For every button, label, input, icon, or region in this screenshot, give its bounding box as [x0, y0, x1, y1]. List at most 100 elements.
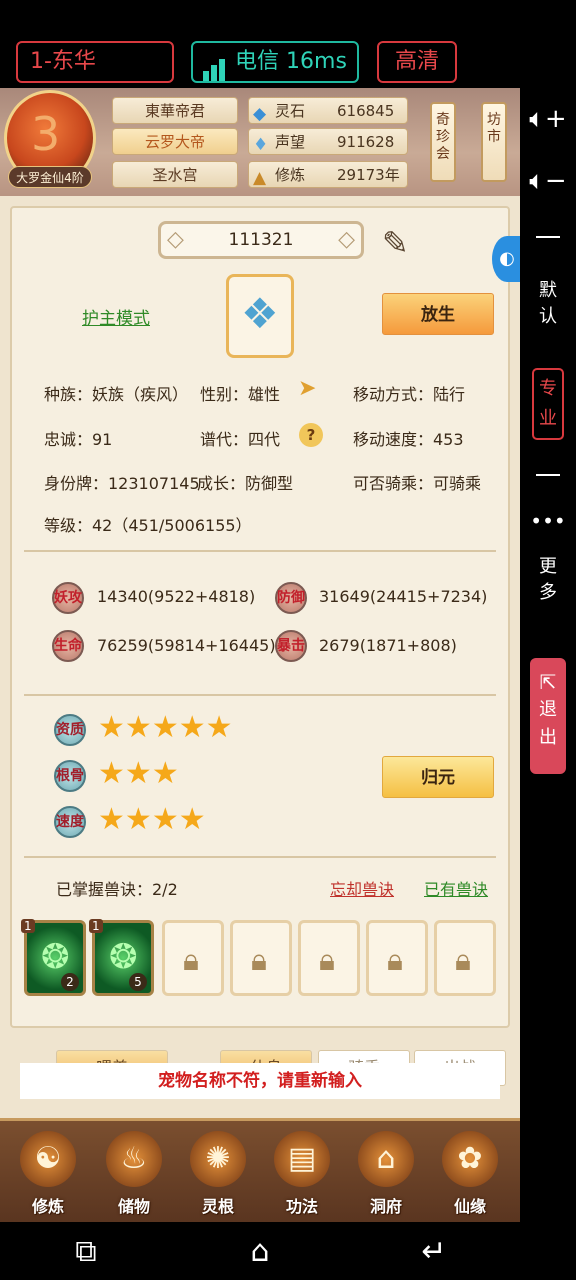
star-icon: ★	[151, 710, 179, 745]
error-toast: 宠物名称不符，请重新输入	[20, 1063, 500, 1099]
rideable-info: 可否骑乘：可骑乘	[353, 474, 482, 493]
skill-slot[interactable]: ❂ 1 5	[89, 919, 154, 996]
signal-bars-icon	[203, 43, 227, 81]
nav-label: 仙缘	[453, 1197, 486, 1216]
quality-medal: 根骨	[54, 760, 86, 792]
cultivation-icon: ▲	[253, 168, 267, 188]
lock-icon: 🔒︎	[387, 943, 403, 978]
side-tab-icon[interactable]: ◐	[492, 236, 520, 282]
back-icon[interactable]: ↵	[414, 1232, 454, 1272]
more-button[interactable]: 更多	[520, 554, 576, 606]
nav-label: 洞府	[369, 1197, 402, 1216]
player-header: 3 大罗金仙4阶 東華帝君 云罗大帝 圣水宫 ◆ 灵石 616845 ♦ 声望 …	[0, 88, 520, 196]
aptitude-stars: ★★★★★	[98, 710, 233, 745]
system-nav-bar: ⧉ ⌂ ↵	[0, 1222, 576, 1280]
edit-scroll-icon[interactable]: ✎	[382, 224, 409, 262]
pro-mode-button[interactable]: 专业	[532, 368, 564, 440]
forget-skill-link[interactable]: 忘却兽诀	[330, 876, 394, 900]
locked-slot[interactable]: 🔒︎	[230, 920, 292, 996]
cultivate-icon: ☯	[20, 1131, 76, 1187]
bottom-nav: ☯ 修炼 ♨ 储物 ✺ 灵根 ▤ 功法 ⌂ 洞府 ✿ 仙缘	[0, 1118, 520, 1222]
lock-icon: 🔒︎	[455, 943, 471, 978]
divider	[24, 550, 496, 552]
skill-count-badge: 5	[129, 973, 147, 991]
lock-icon: 🔒︎	[319, 943, 335, 978]
star-icon: ★	[205, 710, 233, 745]
locked-slot[interactable]: 🔒︎	[366, 920, 428, 996]
nav-label: 储物	[117, 1197, 150, 1216]
nav-spirit-root[interactable]: ✺ 灵根	[176, 1125, 260, 1221]
locked-slot[interactable]: 🔒︎	[298, 920, 360, 996]
recent-apps-icon[interactable]: ⧉	[66, 1232, 106, 1272]
more-dots-icon[interactable]: •••	[520, 508, 576, 534]
cave-house-icon: ⌂	[358, 1131, 414, 1187]
title-plate-3[interactable]: 圣水宫	[112, 161, 238, 188]
stat-spirit-stone: ◆ 灵石 616845	[248, 97, 408, 124]
market-banner[interactable]: 坊市	[481, 102, 507, 182]
home-icon[interactable]: ⌂	[240, 1232, 280, 1272]
nav-storage[interactable]: ♨ 储物	[92, 1125, 176, 1221]
pet-portrait[interactable]: ❖	[226, 274, 294, 358]
server-button[interactable]: 1-东华	[16, 41, 174, 83]
race-info: 种族：妖族（疾风）	[44, 385, 189, 404]
nav-technique[interactable]: ▤ 功法	[260, 1125, 344, 1221]
skill-swirl-icon: ❂	[109, 937, 138, 977]
attr-medal: 妖攻	[52, 582, 84, 614]
quality-button[interactable]: 高清	[377, 41, 457, 83]
stat-label: 声望	[275, 133, 306, 151]
storage-bag-icon: ♨	[106, 1131, 162, 1187]
default-mode-button[interactable]: 默认	[520, 278, 576, 330]
nav-label: 功法	[285, 1197, 318, 1216]
treasure-fair-banner[interactable]: 奇珍会	[430, 102, 456, 182]
volume-up-icon[interactable]: 🔈︎+	[520, 106, 576, 132]
guard-mode-link[interactable]: 护主模式	[82, 304, 150, 329]
locked-slot[interactable]: 🔒︎	[162, 920, 224, 996]
speed-stars: ★★★★	[98, 802, 206, 837]
skill-slot[interactable]: ❂ 1 2	[21, 919, 86, 996]
stat-reputation: ♦ 声望 911628	[248, 128, 408, 155]
stat-value: 29173年	[337, 166, 400, 184]
exit-button[interactable]: ⇱ 退出	[530, 658, 566, 774]
game-area: 3 大罗金仙4阶 東華帝君 云罗大帝 圣水宫 ◆ 灵石 616845 ♦ 声望 …	[0, 88, 520, 1222]
attr-medal: 生命	[52, 630, 84, 662]
star-icon: ★	[98, 710, 125, 745]
help-question-icon[interactable]: ?	[299, 423, 323, 447]
attr-medal: 防御	[275, 582, 307, 614]
guiyuan-button[interactable]: 归元	[382, 756, 494, 798]
skill-level: 1	[21, 919, 35, 933]
nav-immortal-fate[interactable]: ✿ 仙缘	[428, 1125, 512, 1221]
gender-arrow-icon[interactable]: ➤	[298, 376, 316, 401]
volume-down-icon[interactable]: 🔈︎−	[520, 168, 576, 194]
lock-icon: 🔒︎	[183, 943, 199, 978]
star-icon: ★	[178, 710, 206, 745]
immortal-fate-icon: ✿	[442, 1131, 498, 1187]
quality-medal: 速度	[54, 806, 86, 838]
move-speed-info: 移动速度：453	[353, 430, 464, 449]
avatar-face-icon: 3	[31, 107, 61, 161]
network-status-button[interactable]: 电信 16ms	[191, 41, 359, 83]
pet-name-field[interactable]: 111321	[158, 221, 364, 259]
attr-value: 14340(9522+4818)	[97, 587, 256, 606]
release-button[interactable]: 放生	[382, 293, 494, 335]
star-icon: ★	[151, 756, 179, 791]
divider	[536, 474, 560, 476]
star-icon: ★	[98, 802, 125, 837]
growth-info: 成长：防御型	[197, 474, 294, 493]
network-label: 电信 16ms	[235, 49, 347, 74]
star-icon: ★	[124, 710, 152, 745]
move-type-info: 移动方式：陆行	[353, 385, 466, 404]
attr-value: 31649(24415+7234)	[319, 587, 488, 606]
owned-skills-link[interactable]: 已有兽诀	[424, 876, 488, 900]
star-icon: ★	[124, 802, 152, 837]
stat-label: 灵石	[275, 102, 306, 120]
nav-cultivate[interactable]: ☯ 修炼	[6, 1125, 90, 1221]
rank-badge: 大罗金仙4阶	[8, 166, 92, 188]
attr-value: 76259(59814+16445)	[97, 636, 276, 655]
skill-swirl-icon: ❂	[41, 937, 70, 977]
nav-cave[interactable]: ⌂ 洞府	[344, 1125, 428, 1221]
title-plate-2[interactable]: 云罗大帝	[112, 128, 238, 155]
title-plate-1[interactable]: 東華帝君	[112, 97, 238, 124]
generation-info: 谱代：四代	[200, 430, 281, 449]
locked-slot[interactable]: 🔒︎	[434, 920, 496, 996]
bone-stars: ★★★	[98, 756, 179, 791]
